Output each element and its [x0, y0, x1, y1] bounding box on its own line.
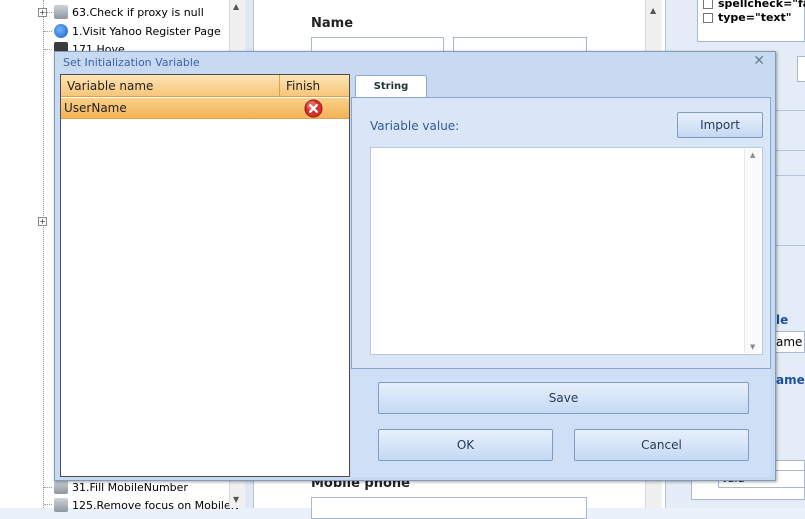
tab-panel-string: Variable value: Import ▲ ▼: [351, 97, 771, 369]
attribute-text: spellcheck="fa: [718, 0, 805, 10]
tree-item[interactable]: 63.Check if proxy is null: [54, 4, 204, 20]
attribute-option[interactable]: spellcheck="fa: [703, 0, 805, 10]
attribute-text: type="text": [718, 11, 792, 24]
property-label: le: [776, 313, 789, 327]
delete-icon[interactable]: [304, 99, 323, 118]
tree-item-label: 125.Remove focus on MobileN: [72, 498, 239, 512]
scroll-down-arrow-icon[interactable]: ▼: [750, 343, 755, 351]
scroll-up-arrow-icon[interactable]: ▲: [650, 6, 656, 15]
tree-item-label: 63.Check if proxy is null: [72, 5, 204, 19]
variable-name-cell: UserName: [64, 101, 127, 115]
property-value: ame: [776, 335, 803, 349]
tree-item[interactable]: 31.Fill MobileNumber: [54, 479, 188, 495]
script-icon: [54, 5, 68, 19]
variable-value-input[interactable]: [370, 147, 763, 355]
tree-expand-toggle[interactable]: +: [38, 217, 47, 226]
input-icon: [54, 480, 68, 494]
globe-icon: [54, 24, 68, 38]
divider: [775, 175, 805, 176]
column-header-variable-name[interactable]: Variable name: [61, 75, 280, 97]
divider: [775, 150, 805, 151]
column-header-finish[interactable]: Finish: [280, 75, 349, 97]
tree-item-label: 1.Visit Yahoo Register Page: [72, 24, 221, 38]
ok-button[interactable]: OK: [378, 429, 553, 461]
attribute-option[interactable]: type="text": [703, 11, 792, 24]
tree-item[interactable]: 125.Remove focus on MobileN: [54, 497, 239, 513]
tree-connector: [44, 12, 52, 13]
tree-item[interactable]: 1.Visit Yahoo Register Page: [54, 23, 221, 39]
focus-icon: [54, 498, 68, 512]
tree-connector: [44, 49, 52, 50]
set-initialization-variable-dialog: Set Initialization Variable ✕ Variable n…: [54, 51, 776, 481]
value-tab-area: String Variable value: Import ▲ ▼: [351, 74, 771, 369]
table-row[interactable]: UserName: [61, 98, 349, 119]
side-button[interactable]: [797, 56, 805, 82]
value-scrollbar[interactable]: ▲ ▼: [744, 149, 761, 353]
variable-table: Variable name Finish UserName: [60, 74, 350, 477]
dialog-button-area: Save OK Cancel: [351, 369, 771, 477]
scroll-up-arrow-icon[interactable]: ▲: [750, 151, 755, 159]
dialog-title: Set Initialization Variable: [63, 56, 200, 69]
import-button[interactable]: Import: [677, 112, 763, 138]
divider: [775, 110, 805, 111]
scroll-up-arrow-icon[interactable]: ▲: [233, 2, 239, 11]
tree-connector: [44, 504, 52, 505]
save-button[interactable]: Save: [378, 382, 749, 414]
table-header: Variable name Finish: [61, 75, 349, 97]
checkbox[interactable]: [703, 12, 713, 23]
checkbox[interactable]: [703, 0, 713, 9]
cancel-button[interactable]: Cancel: [574, 429, 749, 461]
property-label: ame:: [776, 373, 805, 387]
close-icon[interactable]: ✕: [753, 53, 765, 69]
mobile-phone-field[interactable]: [311, 497, 587, 519]
tree-connector: [44, 31, 52, 32]
tab-string[interactable]: String: [355, 75, 427, 98]
name-label: Name: [311, 16, 354, 31]
scroll-down-arrow-icon[interactable]: ▼: [233, 495, 239, 504]
tree-connector: [44, 487, 52, 488]
divider: [775, 245, 805, 246]
variable-value-label: Variable value:: [370, 119, 460, 133]
tree-item-label: 31.Fill MobileNumber: [72, 480, 188, 494]
tree-connector-line: [43, 0, 44, 508]
